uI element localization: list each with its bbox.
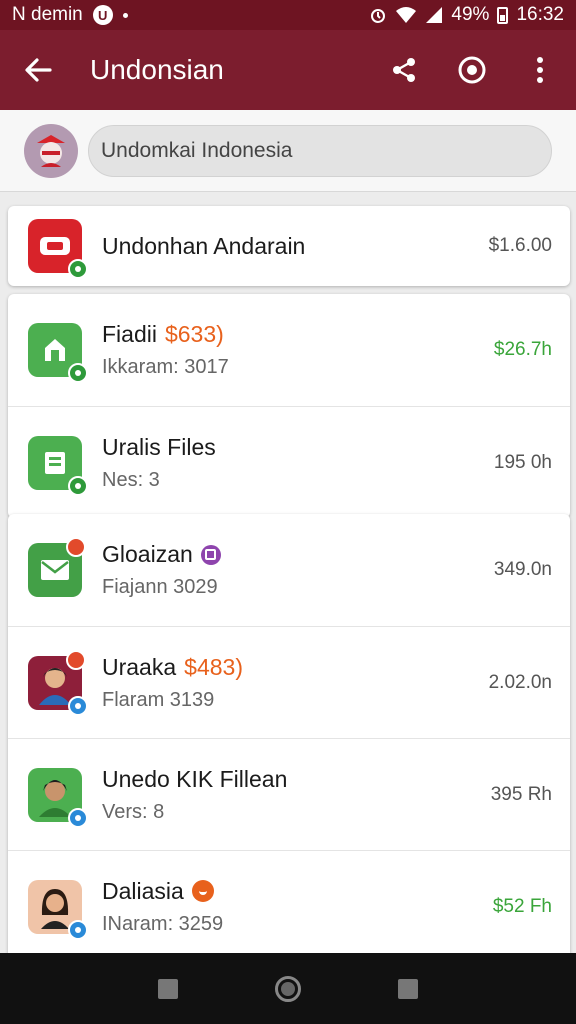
page-title: Undonsian xyxy=(90,54,224,85)
app-bar: Undonsian xyxy=(0,30,576,110)
battery-percent: 49% xyxy=(451,4,490,25)
verified-badge-icon xyxy=(68,363,88,383)
item-name: Gloaizan xyxy=(102,541,193,567)
item-subtitle: Flaram 3139 xyxy=(102,688,215,711)
item-name: Uraaka xyxy=(102,653,177,680)
verified-badge-icon xyxy=(68,919,88,940)
search-row: Undomkai Indonesia xyxy=(0,110,576,192)
status-bar: N demin U 49% 16:32 xyxy=(0,0,576,30)
list-item[interactable]: Uralis Files Nes: 3 195 0h xyxy=(8,406,570,518)
wifi-icon xyxy=(396,7,417,23)
item-name: Uralis Files xyxy=(102,433,216,460)
verified-badge-icon xyxy=(68,807,88,828)
youtube-icon xyxy=(28,219,88,279)
list-item[interactable]: Fiadii $633) Ikkaram: 3017 $26.7h xyxy=(8,294,570,406)
alert-badge-icon xyxy=(66,537,86,557)
avatar[interactable] xyxy=(24,123,78,178)
alert-badge-icon xyxy=(66,649,86,670)
share-icon xyxy=(393,58,415,82)
item-name: Unedo KIK Fillean xyxy=(102,765,288,792)
alarm-icon xyxy=(371,9,386,23)
item-name: Fiadii xyxy=(102,321,157,347)
item-amount: 2.02.0n xyxy=(488,671,552,693)
item-subtitle: Nes: 3 xyxy=(102,468,160,491)
list-item[interactable]: Uraaka $483) Flaram 3139 2.02.0n xyxy=(8,626,570,738)
item-amount: 195 0h xyxy=(493,451,552,473)
system-nav-bar xyxy=(0,953,576,1024)
location-button[interactable] xyxy=(452,50,492,90)
status-icon xyxy=(191,880,214,902)
notification-icon: U xyxy=(92,5,113,25)
person-icon xyxy=(28,649,88,716)
home-nav-button[interactable] xyxy=(274,975,301,1002)
verified-badge-icon xyxy=(68,695,88,716)
overflow-menu-button[interactable] xyxy=(520,50,560,90)
price-tag: $483) xyxy=(184,653,243,680)
item-subtitle: Fiajann 3029 xyxy=(102,576,218,598)
clock: 16:32 xyxy=(516,4,564,25)
files-icon xyxy=(28,435,88,496)
list-item[interactable]: Gloaizan Fiajann 3029 349.0n xyxy=(8,514,570,626)
share-button[interactable] xyxy=(384,50,424,90)
target-icon xyxy=(458,56,486,84)
item-subtitle: Ikkaram: 3017 xyxy=(102,356,229,378)
status-icon xyxy=(200,544,221,565)
item-amount: 395 Rh xyxy=(490,783,552,805)
list-group: Fiadii $633) Ikkaram: 3017 $26.7h Uralis … xyxy=(8,294,570,518)
arrow-left-icon xyxy=(25,58,52,82)
home-icon xyxy=(28,323,88,383)
search-input[interactable]: Undomkai Indonesia xyxy=(88,124,552,177)
person-icon xyxy=(28,879,88,940)
more-vert-icon xyxy=(537,57,543,83)
dot-icon xyxy=(122,12,128,18)
list-item[interactable]: Unedo KIK Fillean Vers: 8 395 Rh xyxy=(8,738,570,850)
verified-badge-icon xyxy=(68,259,88,279)
item-amount: $52 Fh xyxy=(492,895,552,917)
person-icon xyxy=(28,767,88,828)
signal-icon xyxy=(426,7,443,23)
item-subtitle: INaram: 3259 xyxy=(102,912,224,935)
list-item[interactable]: Undonhan Andarain $1.6.00 xyxy=(8,206,570,286)
carrier-label: N demin xyxy=(12,4,83,25)
item-name: Daliasia xyxy=(102,877,184,904)
item-amount: 349.0n xyxy=(493,559,552,580)
list-group: Gloaizan Fiajann 3029 349.0n Uraaka $483)… xyxy=(8,514,570,962)
item-amount: $1.6.00 xyxy=(488,235,552,256)
item-amount: $26.7h xyxy=(493,339,552,360)
list-item[interactable]: Daliasia INaram: 3259 $52 Fh xyxy=(8,850,570,962)
avatar-face-icon xyxy=(37,134,65,167)
price-tag: $633) xyxy=(164,321,224,347)
verified-badge-icon xyxy=(68,475,88,496)
recents-nav-button[interactable] xyxy=(397,978,418,999)
back-nav-button[interactable] xyxy=(158,978,179,999)
mail-icon xyxy=(28,537,86,597)
back-button[interactable] xyxy=(16,48,60,92)
battery-icon xyxy=(497,6,509,24)
featured-card: Undonhan Andarain $1.6.00 xyxy=(8,206,570,286)
item-name: Undonhan Andarain xyxy=(102,232,306,259)
item-subtitle: Vers: 8 xyxy=(102,800,165,823)
